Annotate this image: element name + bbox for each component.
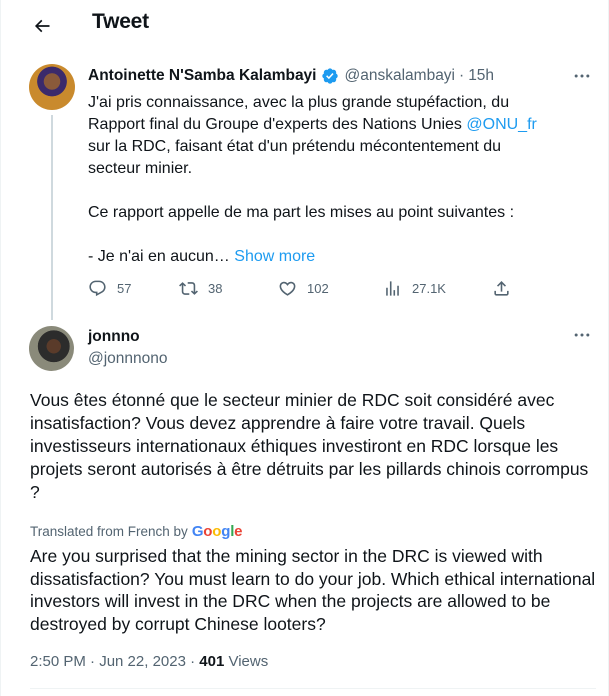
- translated-text: Are you surprised that the mining sector…: [30, 546, 596, 634]
- tweet-author-row: Antoinette N'Samba Kalambayi @anskalamba…: [88, 67, 494, 85]
- page-title: Tweet: [92, 10, 149, 33]
- author-name[interactable]: Antoinette N'Samba Kalambayi: [88, 67, 317, 85]
- divider: [30, 688, 596, 689]
- tweet-metadata: 2:50 PM · Jun 22, 2023 · 401 Views: [30, 653, 268, 670]
- tweet-timestamp[interactable]: 2:50 PM · Jun 22, 2023: [30, 653, 186, 670]
- tweet-actions: 57 38 102 27.1K: [88, 279, 518, 301]
- mention-link[interactable]: @ONU_fr: [466, 116, 536, 133]
- arrow-left-icon: [34, 19, 50, 33]
- avatar[interactable]: [29, 64, 75, 110]
- like-count: 102: [307, 281, 329, 296]
- tweet-text: J'ai pris connaissance, avec la plus gra…: [88, 92, 588, 268]
- reply-count: 57: [117, 281, 132, 296]
- more-options-button[interactable]: [569, 66, 595, 86]
- author-name[interactable]: jonnno: [88, 328, 140, 346]
- retweet-icon: [179, 282, 198, 295]
- thread-connector: [51, 115, 53, 320]
- views-button[interactable]: 27.1K: [383, 279, 446, 298]
- tweet-line: sur la RDC, faisant état d'un prétendu m…: [88, 138, 502, 155]
- translation-attribution: Translated from French by Google: [30, 523, 243, 540]
- views-count: 401: [199, 653, 225, 670]
- tweet-line-text: - Je n'ai en aucun…: [88, 248, 230, 265]
- share-button[interactable]: [492, 279, 511, 298]
- like-button[interactable]: 102: [278, 279, 329, 298]
- show-more-link[interactable]: Show more: [234, 248, 315, 265]
- views-label: Views: [228, 653, 269, 670]
- tweet-line: Rapport final du Groupe d'experts des Na…: [88, 114, 588, 136]
- tweet-line: secteur minier.: [88, 160, 193, 177]
- author-handle[interactable]: @jonnnono: [88, 350, 168, 368]
- author-handle[interactable]: @anskalambayi: [345, 67, 456, 85]
- reply-icon: [89, 280, 106, 297]
- top-bar: Tweet: [1, 0, 608, 50]
- retweet-button[interactable]: 38: [179, 279, 222, 298]
- reply-button[interactable]: 57: [88, 279, 131, 298]
- more-dots-icon: [574, 74, 590, 78]
- separator-dot: ·: [190, 653, 196, 670]
- back-button[interactable]: [25, 9, 59, 43]
- separator-dot: ·: [459, 67, 465, 84]
- retweet-count: 38: [208, 281, 223, 296]
- tweet-text: Vous êtes étonné que le secteur minier d…: [30, 390, 589, 502]
- heart-icon: [279, 281, 296, 296]
- tweet-line: J'ai pris connaissance, avec la plus gra…: [88, 94, 510, 111]
- analytics-icon: [386, 281, 399, 296]
- tweet-page: Tweet Antoinette N'Samba Kalambayi @ansk…: [0, 0, 609, 696]
- tweet-line-text: Rapport final du Groupe d'experts des Na…: [88, 116, 467, 133]
- tweet-time[interactable]: 15h: [468, 67, 494, 85]
- view-count: 27.1K: [412, 281, 446, 296]
- translated-label: Translated from French by: [30, 524, 188, 539]
- verified-badge-icon: [321, 68, 338, 84]
- avatar[interactable]: [29, 326, 74, 371]
- google-logo: Google: [191, 523, 243, 540]
- more-options-button[interactable]: [569, 325, 595, 345]
- tweet-line: Ce rapport appelle de ma part les mises …: [88, 204, 515, 221]
- share-icon: [494, 281, 509, 296]
- more-dots-icon: [574, 333, 590, 337]
- tweet-line: - Je n'ai en aucun… Show more: [88, 246, 588, 268]
